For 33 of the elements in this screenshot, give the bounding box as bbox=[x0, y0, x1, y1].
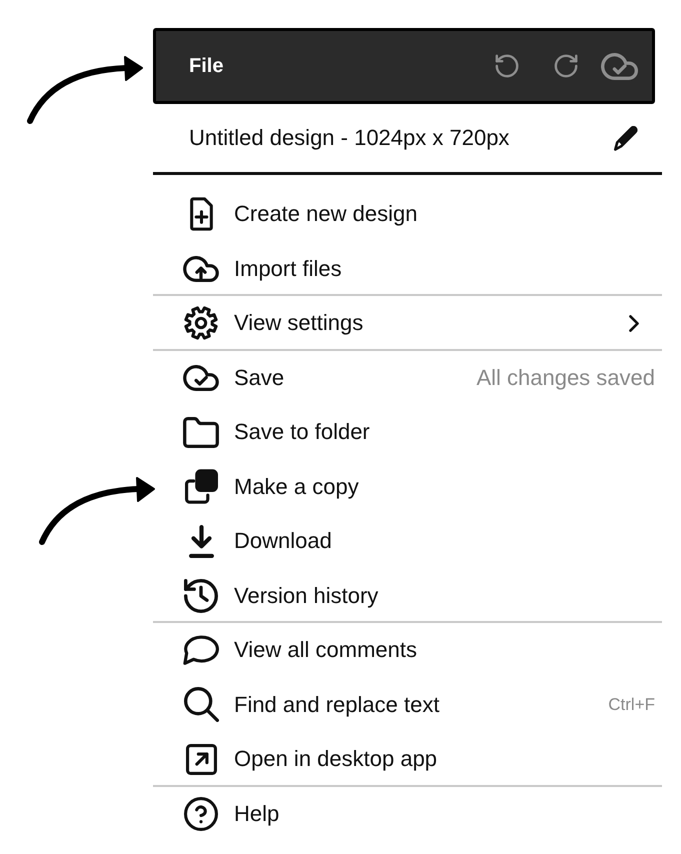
help-icon bbox=[184, 796, 218, 831]
menu-item[interactable]: Make a copy bbox=[183, 469, 359, 504]
menu-item[interactable]: Save bbox=[183, 364, 284, 391]
menu-item[interactable]: View all comments bbox=[183, 634, 417, 666]
speech-bubble-icon bbox=[183, 634, 219, 666]
menu-item[interactable]: Import files bbox=[183, 256, 342, 282]
menu-item[interactable]: Save to folder bbox=[183, 416, 370, 448]
redo-icon[interactable] bbox=[554, 54, 578, 78]
menu-item[interactable]: Help bbox=[183, 796, 280, 831]
file-plus-icon bbox=[190, 197, 212, 232]
menu-item[interactable]: Version history bbox=[183, 578, 378, 613]
cloud-check-icon[interactable] bbox=[601, 52, 638, 80]
external-link-icon bbox=[186, 744, 216, 775]
folder-icon bbox=[183, 416, 219, 448]
menu-title: File bbox=[189, 54, 224, 78]
document-title: Untitled design - 1024px x 720px bbox=[189, 125, 510, 151]
menu-item[interactable]: Create new design bbox=[183, 197, 418, 232]
download-icon bbox=[188, 524, 214, 558]
cloud-check-icon bbox=[183, 364, 219, 391]
chevron-right-icon bbox=[629, 314, 639, 332]
copy-icon bbox=[184, 469, 218, 504]
menu-item[interactable]: View settings bbox=[183, 306, 364, 340]
menu-item[interactable]: Find and replace text bbox=[183, 687, 440, 722]
shortcut-text: Ctrl+F bbox=[608, 694, 655, 715]
settings-icon bbox=[184, 306, 218, 340]
menu-item[interactable]: Download bbox=[183, 524, 332, 558]
menu-item[interactable]: Open in desktop app bbox=[183, 744, 438, 775]
status-text: All changes saved bbox=[476, 364, 655, 391]
search-icon bbox=[184, 687, 218, 722]
undo-icon[interactable] bbox=[495, 54, 519, 78]
history-icon bbox=[184, 578, 218, 613]
cloud-upload-icon bbox=[183, 256, 219, 282]
pencil-icon[interactable] bbox=[614, 126, 638, 150]
